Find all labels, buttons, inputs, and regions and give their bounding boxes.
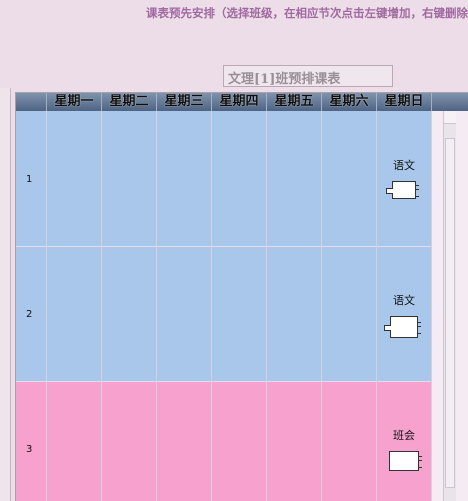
vertical-scrollbar[interactable] (443, 111, 456, 501)
course-cell-sun-2[interactable]: 语文 (376, 292, 432, 342)
period-row-1[interactable]: 1 语文 (16, 111, 432, 246)
course-name: 班会 (393, 429, 415, 442)
column-divider (156, 111, 157, 501)
course-widget-icon[interactable] (384, 316, 421, 338)
table-title: 文理[1]班预排课表 (228, 72, 341, 87)
period-number: 1 (26, 174, 33, 185)
period-number: 3 (26, 444, 33, 455)
course-widget-icon[interactable] (389, 451, 422, 471)
column-divider (101, 111, 102, 501)
row-divider (16, 246, 432, 247)
column-divider (46, 111, 47, 501)
header-day-3: 星期三 (157, 93, 212, 111)
course-name: 语文 (393, 159, 415, 172)
header-day-1: 星期一 (47, 93, 102, 111)
column-divider (321, 111, 322, 501)
period-column-header (16, 93, 47, 111)
row-divider (16, 381, 432, 382)
course-cell-sun-1[interactable]: 语文 (376, 157, 432, 203)
day-header-row: 星期一 星期二 星期三 星期四 星期五 星期六 星期日 (16, 93, 468, 111)
course-name: 语文 (393, 294, 415, 307)
column-divider (266, 111, 267, 501)
schedule-page: 课表预先安排（选择班级，在相应节次点击左键增加，右键删除 文理[1]班预排课表 … (0, 0, 468, 501)
header-day-5: 星期五 (267, 93, 322, 111)
period-row-2[interactable]: 2 语文 (16, 246, 432, 381)
header-day-6: 星期六 (322, 93, 377, 111)
header-day-4: 星期四 (212, 93, 267, 111)
instruction-text: 课表预先安排（选择班级，在相应节次点击左键增加，右键删除 (146, 6, 468, 20)
header-day-2: 星期二 (102, 93, 157, 111)
column-divider (376, 111, 377, 501)
header-day-7: 星期日 (377, 93, 432, 111)
table-title-box: 文理[1]班预排课表 (223, 65, 393, 87)
timetable-grid: 星期一 星期二 星期三 星期四 星期五 星期六 星期日 1 语文 2 语文 3 … (15, 92, 468, 501)
period-row-3[interactable]: 3 班会 (16, 381, 432, 501)
course-cell-sun-3[interactable]: 班会 (376, 427, 432, 475)
scroll-thumb[interactable] (445, 138, 455, 488)
course-widget-icon[interactable] (386, 181, 419, 199)
scroll-up-button[interactable] (444, 111, 456, 124)
column-divider (431, 111, 432, 501)
left-panel-edge (0, 88, 11, 501)
column-divider (211, 111, 212, 501)
period-number: 2 (26, 309, 33, 320)
